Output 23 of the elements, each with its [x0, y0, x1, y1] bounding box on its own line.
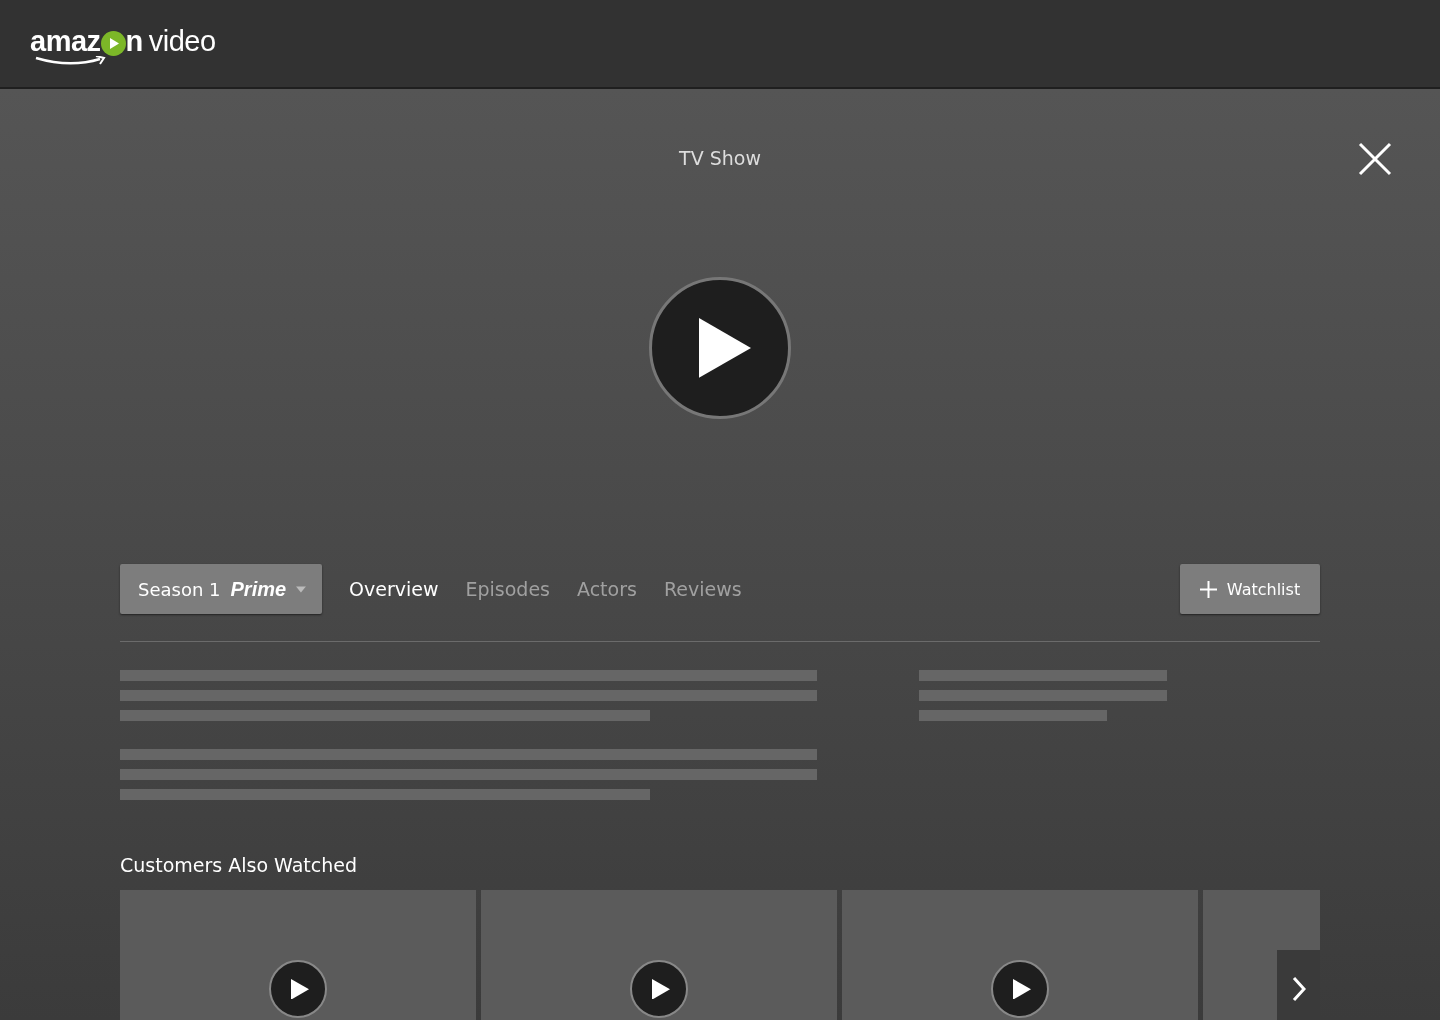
- play-icon: [652, 978, 670, 1000]
- next-button[interactable]: [1277, 950, 1320, 1020]
- plus-icon: [1199, 580, 1217, 598]
- play-icon: [100, 31, 126, 56]
- brand-logo[interactable]: amaz n video: [30, 25, 216, 70]
- play-icon: [1013, 978, 1031, 1000]
- play-icon: [291, 978, 309, 1000]
- play-button[interactable]: [630, 960, 688, 1018]
- tab[interactable]: Episodes: [465, 578, 550, 600]
- page-title: TV Show: [679, 147, 761, 169]
- tab[interactable]: Actors: [577, 578, 637, 600]
- chevron-right-icon: [1291, 976, 1306, 1002]
- play-icon: [699, 318, 751, 378]
- close-button[interactable]: [1358, 142, 1392, 176]
- season-dropdown[interactable]: Season 1 Prime: [120, 564, 322, 614]
- play-button[interactable]: [991, 960, 1049, 1018]
- caret-icon: [296, 585, 306, 593]
- smile-arrow-icon: [34, 56, 106, 66]
- section-heading: Customers Also Watched: [120, 854, 358, 876]
- play-button[interactable]: [269, 960, 327, 1018]
- tab[interactable]: Overview: [349, 578, 439, 600]
- tab[interactable]: Reviews: [663, 578, 742, 600]
- watchlist-button[interactable]: Watchlist: [1180, 564, 1320, 614]
